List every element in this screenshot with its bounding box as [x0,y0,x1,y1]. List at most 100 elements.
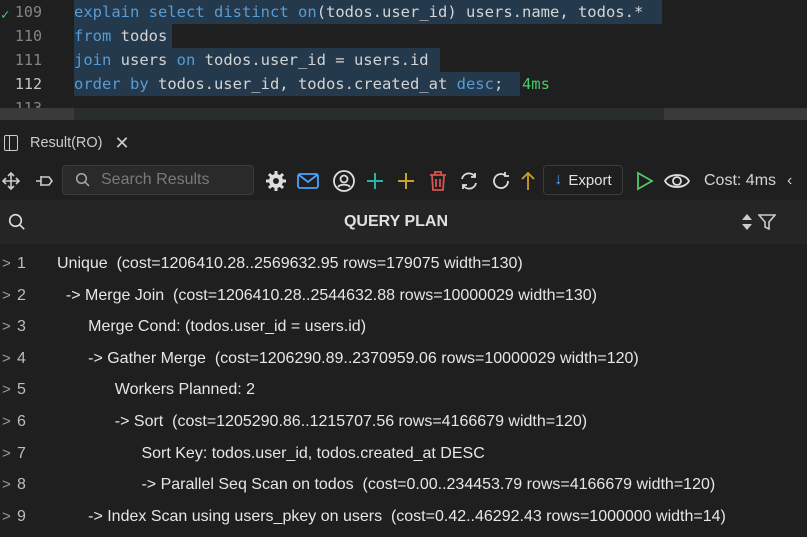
run-icon[interactable] [633,162,657,200]
column-header-query-plan[interactable]: QUERY PLAN [0,200,792,244]
query-plan-cell[interactable]: -> Sort (cost=1205290.86..1215707.56 row… [57,406,587,438]
sql-keyword: order by [74,75,149,93]
code-text: order by todos.user_id, todos.created_at… [74,72,550,96]
chevron-right-icon[interactable]: > [2,406,11,438]
code-text: explain select distinct on(todos.user_id… [74,0,643,24]
table-row[interactable]: >6 -> Sort (cost=1205290.86..1215707.56 … [0,406,807,438]
gear-icon[interactable] [263,162,289,200]
query-plan-cell[interactable]: -> Gather Merge (cost=1206290.89..237095… [57,343,639,375]
search-results-box[interactable] [62,165,254,195]
line-number: 109 [14,3,42,21]
export-button[interactable]: ↓ Export [543,165,623,195]
grid-header: QUERY PLAN [0,200,807,244]
row-number: 5 [17,381,26,399]
chevron-right-icon[interactable]: > [2,374,11,406]
sql-keyword: explain [74,3,140,21]
sql-text: todos.user_id = users.id [195,51,429,69]
result-tab[interactable]: Result(RO) ✕ [0,129,130,157]
sql-keyword: join [74,51,112,69]
split-panel-icon [4,135,18,151]
search-input[interactable] [99,170,253,190]
code-text: join users on todos.user_id = users.id [74,48,429,72]
line-number: 112 [14,75,42,93]
search-icon [75,172,90,187]
close-icon[interactable]: ✕ [115,133,130,154]
code-text: from todos [74,24,167,48]
export-label: Export [568,171,612,189]
code-line[interactable]: 112 order by todos.user_id, todos.created… [0,72,807,96]
trash-icon[interactable] [426,162,450,200]
chevron-left-icon[interactable]: ‹ [787,162,792,200]
pin-icon[interactable] [32,162,56,200]
sql-text: users [111,51,177,69]
sql-keyword: on [298,3,317,21]
scrollbar-thumb[interactable] [74,108,664,120]
cost-label: Cost: 4ms [704,172,777,189]
table-row[interactable]: >4 -> Gather Merge (cost=1206290.89..237… [0,343,807,375]
arrow-up-icon[interactable] [516,162,540,200]
row-number: 8 [17,476,26,494]
chevron-right-icon[interactable]: > [2,311,11,343]
sql-keyword: from [74,27,112,45]
row-number: 7 [17,444,26,462]
row-number: 3 [17,318,26,336]
code-line[interactable]: 110 from todos [0,24,807,48]
sql-text: ; [493,75,504,93]
refresh-icon[interactable] [488,162,514,200]
chevron-right-icon[interactable]: > [2,438,11,470]
row-number: 9 [17,507,26,525]
chevron-right-icon[interactable]: > [2,280,11,312]
arrow-down-icon: ↓ [554,171,563,188]
chevron-right-icon[interactable]: > [2,343,11,375]
mail-icon[interactable] [295,162,321,200]
row-number: 4 [17,349,26,367]
code-line[interactable]: 111 join users on todos.user_id = users.i… [0,48,807,72]
query-plan-cell[interactable]: -> Index Scan using users_pkey on users … [57,501,726,533]
execution-time: 4ms [503,75,550,93]
code-line[interactable]: ✓ 109 explain select distinct on(todos.use… [0,0,807,24]
table-row[interactable]: >5 Workers Planned: 2 [0,374,807,406]
sql-keyword: on [176,51,196,69]
row-number: 6 [17,412,26,430]
chevron-right-icon[interactable]: > [2,248,11,280]
add-column-icon[interactable] [394,162,418,200]
sql-keyword: select [148,3,205,21]
chevron-right-icon[interactable]: > [2,501,11,533]
grid-body: >1 Unique (cost=1206410.28..2569632.95 ro… [0,248,807,532]
sql-text: todos [111,27,168,45]
query-plan-cell[interactable]: Unique (cost=1206410.28..2569632.95 rows… [57,248,523,280]
table-row[interactable]: >7 Sort Key: todos.user_id, todos.create… [0,438,807,470]
table-row[interactable]: >8 -> Parallel Seq Scan on todos (cost=0… [0,469,807,501]
query-plan-cell[interactable]: Sort Key: todos.user_id, todos.created_a… [57,438,484,470]
sql-text: todos.user_id, todos.created_at [148,75,457,93]
sql-text: (todos.user_id) users.name, todos.* [316,3,644,21]
row-number: 2 [17,286,26,304]
add-row-icon[interactable] [363,162,387,200]
horizontal-scrollbar[interactable] [0,108,807,120]
result-toolbar: ↓ Export Cost: 4ms ‹ [0,162,807,200]
filter-icon[interactable] [757,200,777,244]
table-row[interactable]: >1 Unique (cost=1206410.28..2569632.95 ro… [0,248,807,280]
table-row[interactable]: >2 -> Merge Join (cost=1206410.28..25446… [0,280,807,312]
table-row[interactable]: >9 -> Index Scan using users_pkey on use… [0,501,807,533]
table-row[interactable]: >3 Merge Cond: (todos.user_id = users.id… [0,311,807,343]
sql-keyword: distinct [214,3,289,21]
query-plan-cell[interactable]: -> Parallel Seq Scan on todos (cost=0.00… [57,469,715,501]
sql-editor[interactable]: ✓ 109 explain select distinct on(todos.use… [0,0,807,120]
eye-icon[interactable] [663,162,691,200]
sync-icon[interactable] [456,162,482,200]
user-icon[interactable] [331,162,357,200]
result-tab-label: Result(RO) [30,135,103,151]
move-icon[interactable] [0,162,22,200]
query-plan-cell[interactable]: Workers Planned: 2 [57,374,255,406]
query-plan-cell[interactable]: Merge Cond: (todos.user_id = users.id) [57,311,366,343]
query-plan-cell[interactable]: -> Merge Join (cost=1206410.28..2544632.… [57,280,597,312]
chevron-right-icon[interactable]: > [2,469,11,501]
sql-keyword: desc [456,75,494,93]
sort-icon[interactable] [740,200,754,244]
line-number: 111 [14,51,42,69]
row-number: 1 [17,255,26,272]
